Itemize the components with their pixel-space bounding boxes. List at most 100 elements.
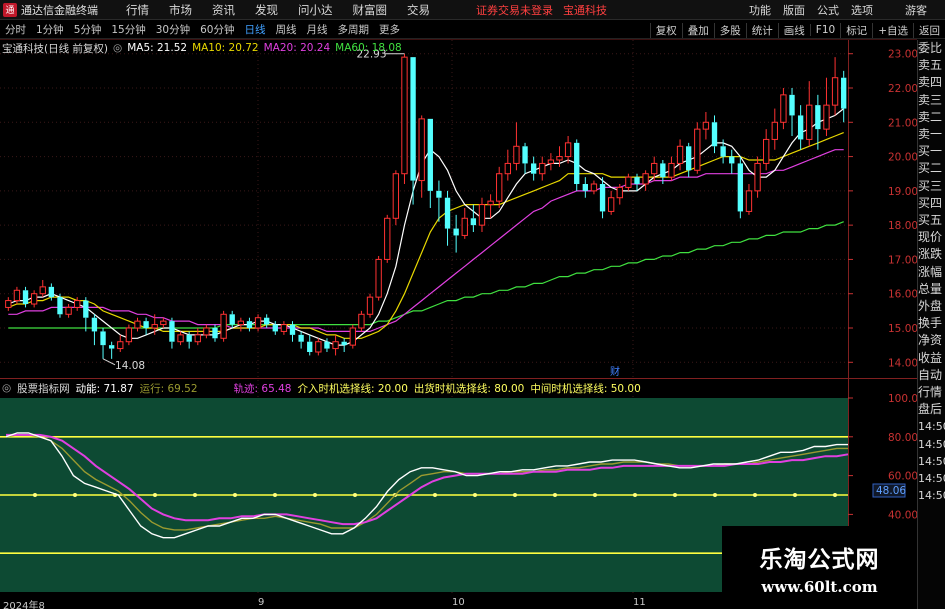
side-panel-item[interactable]: 14:50 [918,418,945,435]
side-panel-item[interactable]: 换手 [918,315,945,332]
candle-down [410,57,416,181]
site-watermark: 乐淘公式网 www.60lt.com [722,526,917,609]
side-panel-item[interactable]: 净资 [918,332,945,349]
side-panel-item[interactable]: 买四 [918,195,945,212]
price-tick-label: 20.00 [888,152,917,164]
candle-up [220,313,227,339]
indicator-value-label: 48.06 [876,485,906,497]
candle-down [48,286,55,298]
price-tick-label: 19.00 [888,186,917,198]
mid-line-dot [633,493,637,497]
candle-down [83,300,89,318]
side-panel-item[interactable]: 14:50 [918,487,945,504]
side-panel-item[interactable]: 收益 [918,350,945,367]
candle-down [789,94,795,116]
candle-up [418,118,425,182]
running-value: 运行: 69.52 [139,382,198,395]
side-panel-item[interactable]: 委比 [918,40,945,57]
ma10-value: MA10: 20.72 [192,42,259,54]
ma5-value: MA5: 21.52 [127,42,188,54]
side-panel-item[interactable]: 盘后 [918,401,945,418]
side-panel-item[interactable]: 现价 [918,229,945,246]
candle-up [607,197,615,212]
indicator-header: ◎ 股票指标网 动能: 71.87 运行: 69.52 轨迹: 65.48 介入… [2,381,647,395]
btn-back[interactable]: 返回 [913,22,945,38]
side-panel-item[interactable]: 总量 [918,281,945,298]
side-panel-item[interactable]: 行情 [918,384,945,401]
sell-line-value: 出货时机选择线: 80.00 [413,382,525,395]
finance-report-marker: 财 [610,365,620,378]
mid-line-dot [593,493,597,497]
candle-up [651,162,658,175]
price-tick-label: 17.00 [888,254,917,266]
side-panel-item[interactable]: 买二 [918,160,945,177]
side-panel-item[interactable]: 外盘 [918,298,945,315]
candle-up [177,334,184,343]
price-tick-label: 16.00 [888,289,917,301]
side-panel-item[interactable]: 买三 [918,178,945,195]
side-panel-item[interactable]: 14:50 [918,453,945,470]
candle-down [100,331,106,346]
side-panel-item[interactable]: 卖五 [918,57,945,74]
candle-up [478,204,486,226]
side-panel-item[interactable]: 买一 [918,143,945,160]
candle-up [280,324,288,332]
buy-line-value: 介入时机选择线: 20.00 [297,382,408,395]
mid-line-dot [833,493,837,497]
side-panel-item[interactable]: 卖一 [918,126,945,143]
kline-chart-canvas[interactable]: 23.00 22.00 21.00 20.00 19.00 18.00 17.00 16.00… [0,0,917,609]
candle-down [522,146,528,164]
candle-up [487,200,494,206]
candle-down [289,324,296,335]
candle-down [737,163,744,212]
side-panel-item[interactable]: 买五 [918,212,945,229]
side-panel-item[interactable]: 自动 [918,367,945,384]
side-panel-item[interactable]: 14:50 [918,436,945,453]
price-tick-label: 14.00 [888,357,917,369]
candle-down [574,142,580,184]
candle-down [582,184,588,191]
candle-down [815,105,821,130]
ma60-line [8,221,844,329]
candle-up [151,324,158,329]
quote-side-panel: 委比 卖五 卖四 卖三 卖二 卖一 买一 买二 买三 买四 买五 现价 涨跌 涨幅 总量 外盘 换手 净资 收益 自动… [917,40,945,609]
indicator-tick-label: 100.0 [888,393,917,405]
main-chart-header: 宝通科技(日线 前复权) ◎ MA5: 21.52 MA10: 20.72 MA… [2,41,407,55]
candle-down [797,115,804,140]
side-panel-item[interactable]: 卖三 [918,92,945,109]
mid-line-dot [513,493,517,497]
side-panel-item[interactable]: 14:50 [918,470,945,487]
candle-up [134,320,141,329]
mid-line-dot [793,493,797,497]
indicator-tick-label: 60.00 [888,471,917,483]
side-panel-item[interactable]: 卖四 [918,74,945,91]
side-panel-item[interactable]: 涨幅 [918,264,945,281]
candle-up [332,341,339,350]
side-panel-item[interactable]: 卖二 [918,109,945,126]
indicator-name[interactable]: 股票指标网 [17,381,70,396]
candle-up [763,138,770,164]
indicator-tick-label: 80.00 [888,432,917,444]
ma-toggle-icon[interactable]: ◎ [113,42,122,54]
candle-up [392,173,400,219]
candle-down [436,190,442,198]
side-panel-item[interactable]: 涨跌 [918,246,945,263]
candle-up [831,77,839,106]
mid-line-dot [673,493,677,497]
candle-up [694,128,701,171]
stock-title: 宝通科技(日线 前复权) [2,42,109,55]
candle-down [530,163,537,174]
candle-down [246,321,253,328]
candle-down [427,118,433,191]
mid-line-dot [273,493,277,497]
date-label-oct: 10 [452,597,465,608]
ma20-value: MA20: 20.24 [263,42,331,54]
candle-up [823,104,830,130]
candle-down [169,321,175,342]
candle-up [702,121,710,130]
mid-line-dot [753,493,757,497]
candle-down [729,156,735,164]
price-tick-label: 22.00 [888,83,917,95]
indicator-toggle-icon[interactable]: ◎ [2,382,11,394]
candle-down [711,122,718,147]
